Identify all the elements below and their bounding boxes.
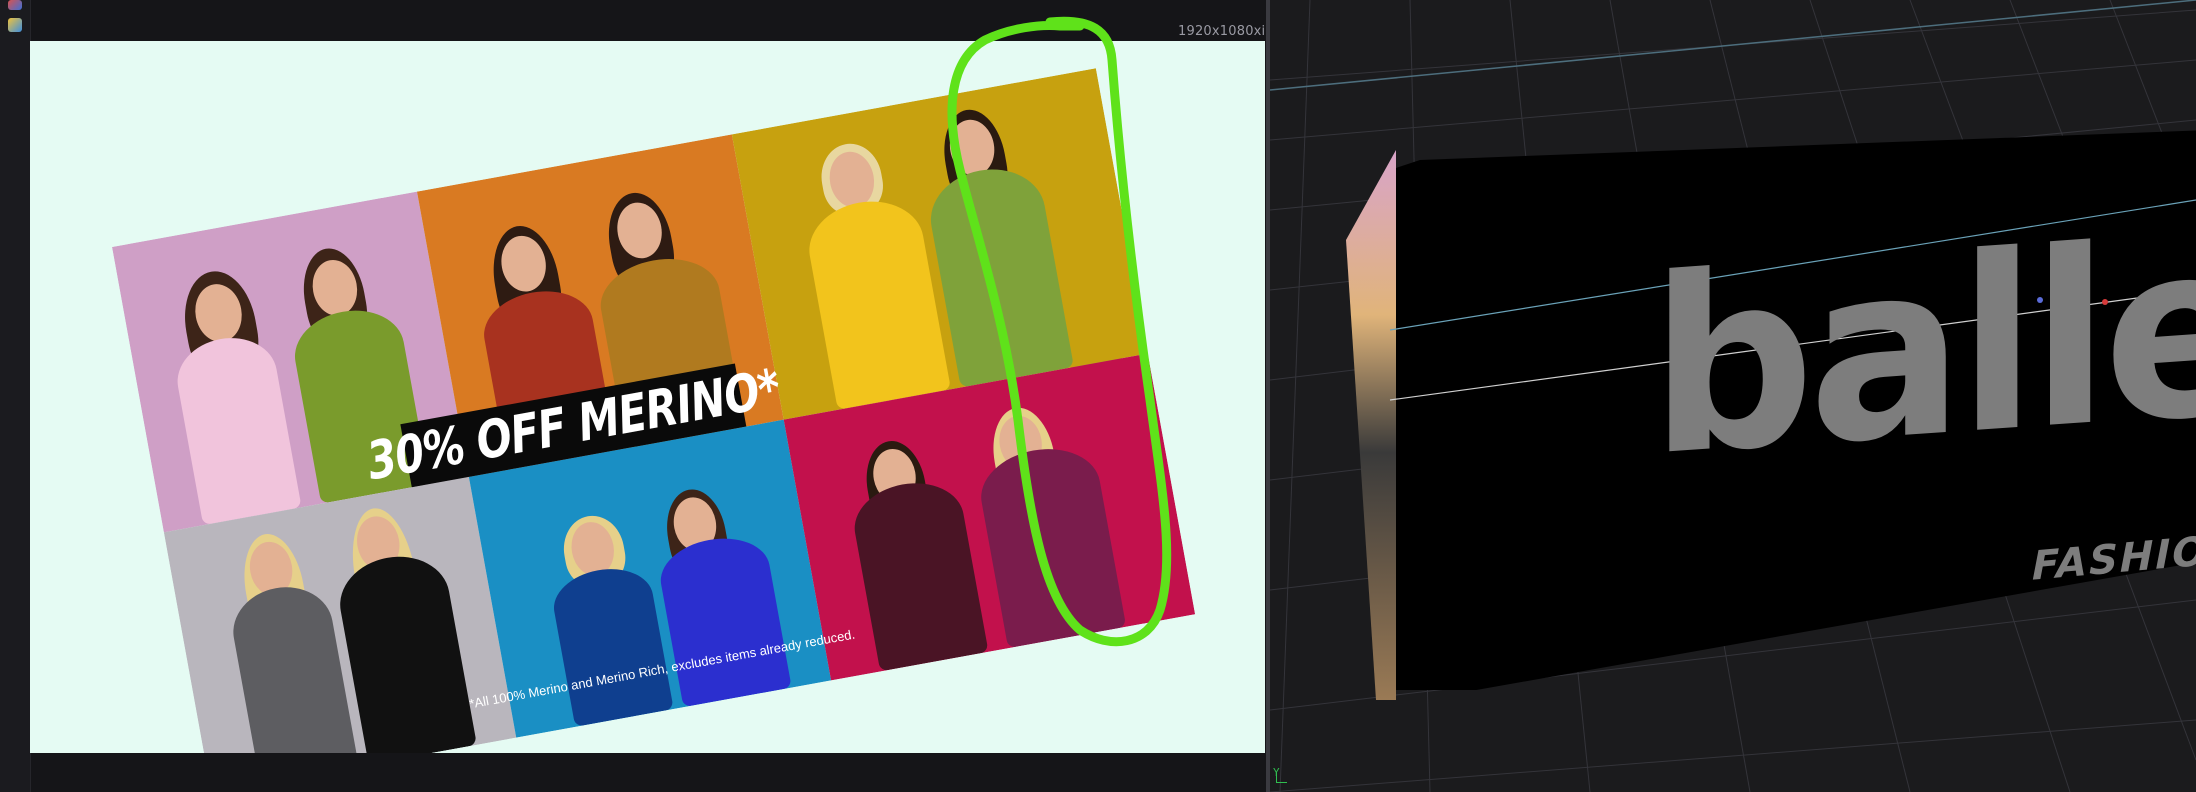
app-window: 1920x1080xint8 30% OFF MERINO* *All 100%… — [0, 0, 2196, 792]
3d-logo-text: balle — [1650, 187, 2196, 511]
axis-gizmo-icon[interactable] — [1276, 772, 1287, 783]
